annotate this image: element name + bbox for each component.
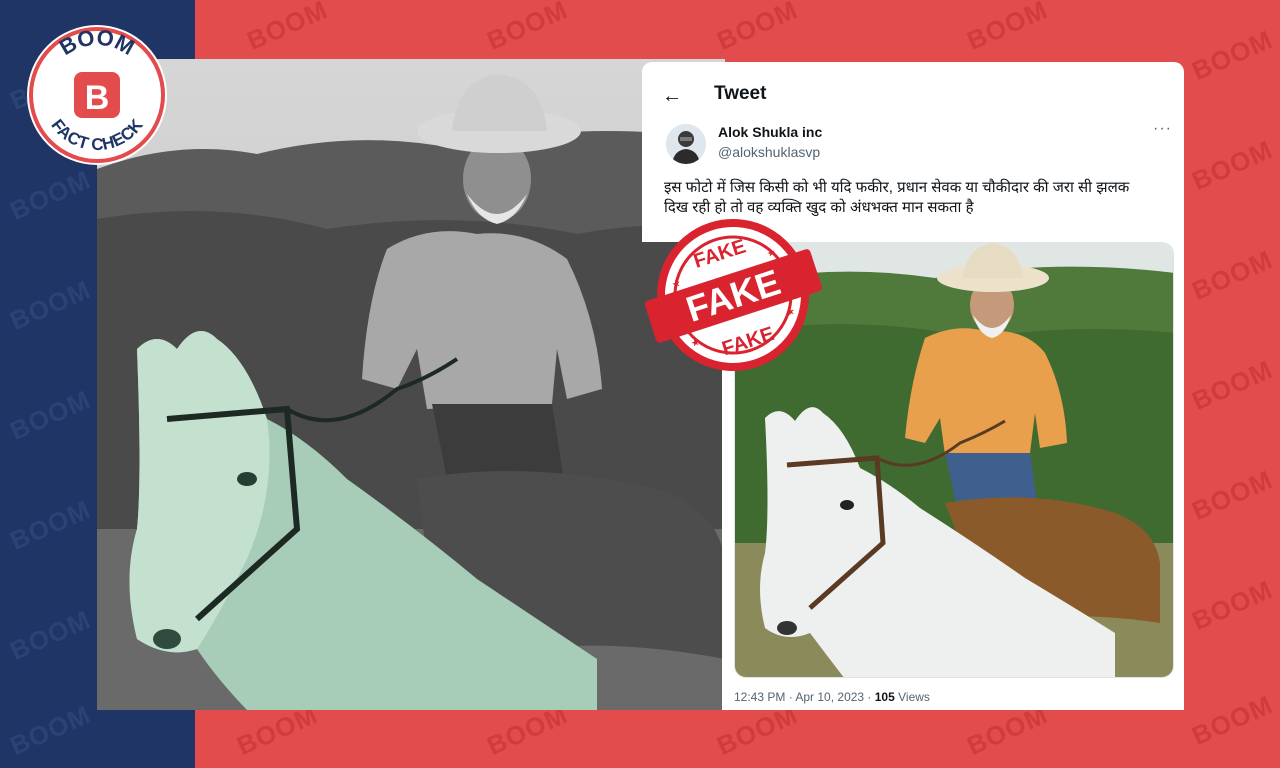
watermark-text: BOOM <box>5 699 96 762</box>
avatar[interactable] <box>666 124 706 164</box>
watermark-text: BOOM <box>962 0 1053 57</box>
watermark-text: BOOM <box>5 274 96 337</box>
fake-stamp: FAKE FAKE FAKE ★ ★ ★ ★ <box>638 210 828 380</box>
watermark-text: BOOM <box>1187 24 1278 87</box>
watermark-text: BOOM <box>1187 464 1278 527</box>
watermark-text: BOOM <box>1187 574 1278 637</box>
views-count: 105 <box>874 690 895 704</box>
logo-letter: B <box>85 79 110 117</box>
user-avatar-icon <box>666 124 706 164</box>
watermark-text: BOOM <box>1187 689 1278 752</box>
watermark-text: BOOM <box>712 0 803 57</box>
rider-horse-illustration <box>97 59 725 710</box>
views-label: Views <box>894 690 930 704</box>
author-name[interactable]: Alok Shukla inc <box>718 124 822 140</box>
watermark-text: BOOM <box>1187 134 1278 197</box>
watermark-text: BOOM <box>5 604 96 667</box>
tweet-time: 12:43 PM · Apr 10, 2023 · <box>734 690 875 704</box>
watermark-text: BOOM <box>482 0 573 57</box>
watermark-text: BOOM <box>5 384 96 447</box>
watermark-text: BOOM <box>1187 354 1278 417</box>
watermark-text: BOOM <box>242 0 333 57</box>
author-handle[interactable]: @alokshuklasvp <box>718 144 820 160</box>
photo-rider-grayscale <box>97 59 725 710</box>
fake-stamp-icon: FAKE FAKE FAKE ★ ★ ★ ★ <box>644 219 822 371</box>
arrow-left-icon[interactable]: ← <box>662 85 682 108</box>
more-dots-icon[interactable]: ··· <box>1153 120 1172 138</box>
tweet-header-title: Tweet <box>714 83 767 104</box>
watermark-text: BOOM <box>1187 244 1278 307</box>
watermark-text: BOOM <box>5 164 96 227</box>
boom-badge-icon: BOOM FACT CHECK B <box>27 24 167 165</box>
watermark-text: BOOM <box>5 494 96 557</box>
tweet-meta: 12:43 PM · Apr 10, 2023 · 105 Views <box>734 690 930 704</box>
boom-fact-check-logo: BOOM FACT CHECK B <box>24 22 170 168</box>
tweet-text-line: इस फोटो में जिस किसी को भी यदि फकीर, प्र… <box>664 179 1130 196</box>
